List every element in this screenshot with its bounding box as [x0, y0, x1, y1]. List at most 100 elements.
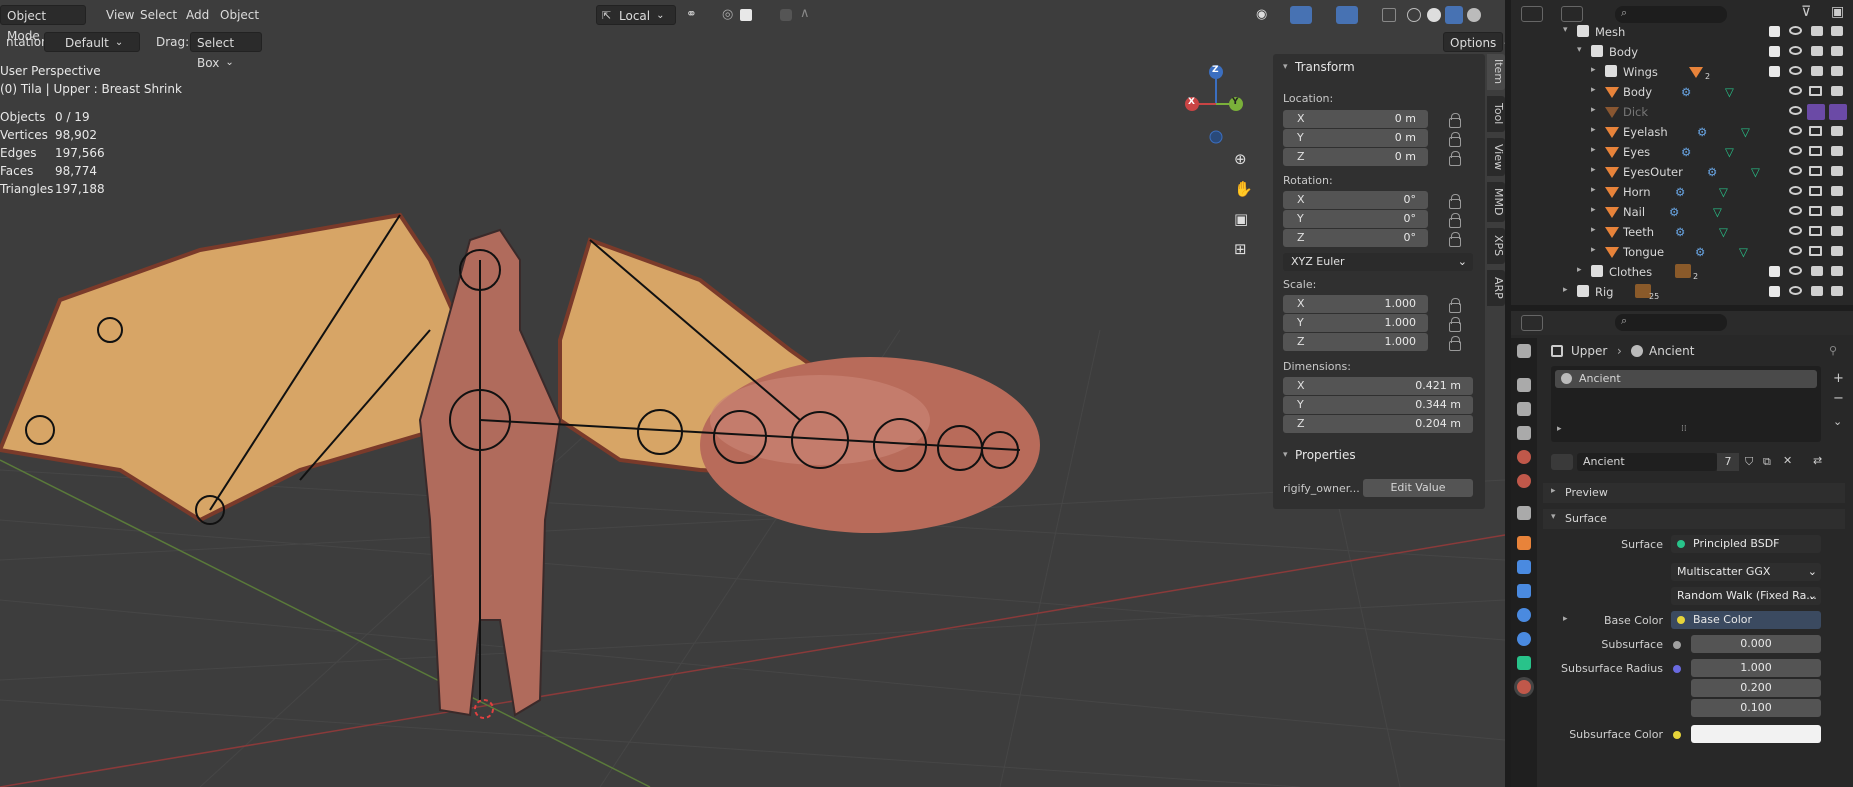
unlink-icon[interactable]: ✕ [1783, 454, 1792, 467]
pan-hand-icon[interactable]: ✋ [1234, 180, 1253, 198]
scene-tab-icon[interactable] [1517, 450, 1531, 464]
falloff-icon[interactable]: ∧ [800, 6, 810, 21]
expand-icon[interactable]: ▸ [1591, 125, 1596, 135]
subsurface-field[interactable]: 0.000 [1691, 635, 1821, 653]
lock-icon[interactable] [1449, 113, 1461, 128]
outliner-row-eyesouter[interactable]: ▸ EyesOuter ⚙ ▽ [1511, 162, 1853, 182]
monitor-icon[interactable] [1809, 246, 1822, 256]
render-tab-icon[interactable] [1517, 378, 1531, 392]
subsurface-radius-x[interactable]: 1.000 [1691, 659, 1821, 677]
outliner-row-eyelash[interactable]: ▸ Eyelash ⚙ ▽ [1511, 122, 1853, 142]
expand-icon[interactable]: ▸ [1591, 105, 1596, 115]
options-dropdown[interactable]: Options [1443, 32, 1503, 52]
properties-collapse-icon[interactable]: ▾ [1283, 450, 1288, 460]
eye-icon[interactable] [1789, 166, 1802, 175]
render-camera-icon[interactable] [1831, 166, 1843, 176]
lock-icon[interactable] [1449, 317, 1461, 332]
proportional-toggle-icon[interactable] [780, 9, 792, 21]
dimensions-x-field[interactable]: X 0.421 m [1283, 377, 1473, 395]
expand-icon[interactable]: ▸ [1591, 65, 1596, 75]
modifier-wrench-icon[interactable] [1517, 560, 1531, 574]
camera-view-icon[interactable]: ▣ [1234, 210, 1248, 228]
tab-arp[interactable]: ARP [1487, 270, 1505, 306]
render-camera-icon[interactable] [1831, 66, 1843, 76]
expand-icon[interactable]: ▸ [1563, 614, 1568, 624]
lock-icon[interactable] [1449, 232, 1461, 247]
monitor-icon[interactable] [1809, 146, 1822, 156]
properties-title[interactable]: Properties [1295, 448, 1356, 462]
eye-icon[interactable] [1789, 226, 1802, 235]
edit-value-button[interactable]: Edit Value [1363, 479, 1473, 497]
render-camera-icon[interactable] [1831, 206, 1843, 216]
tool-tab-icon[interactable] [1517, 344, 1531, 358]
data-tab-icon[interactable] [1517, 656, 1531, 670]
visibility-icon[interactable]: ◉ [1256, 7, 1267, 22]
lock-icon[interactable] [1449, 151, 1461, 166]
view-layer-tab-icon[interactable] [1517, 426, 1531, 440]
outliner-row-rig[interactable]: ▸ Rig 25 [1511, 282, 1853, 302]
distribution-dropdown[interactable]: Multiscatter GGX ⌄ [1671, 563, 1821, 581]
eye-icon[interactable] [1789, 286, 1802, 295]
rendered-shading-icon[interactable] [1467, 8, 1481, 22]
monitor-icon[interactable] [1809, 226, 1822, 236]
transform-collapse-icon[interactable]: ▾ [1283, 62, 1288, 72]
rotation-mode-dropdown[interactable]: XYZ Euler ⌄ [1283, 253, 1473, 271]
navigation-gizmo[interactable]: Z X Y [1180, 60, 1260, 150]
outliner-row-eyes[interactable]: ▸ Eyes ⚙ ▽ [1511, 142, 1853, 162]
outliner-row-mesh[interactable]: ▾ Mesh [1511, 22, 1853, 42]
eye-icon[interactable] [1789, 86, 1802, 95]
chevron-down-icon[interactable]: ⌄ [1833, 415, 1842, 428]
render-camera-icon[interactable] [1831, 286, 1843, 296]
lock-icon[interactable] [1449, 194, 1461, 209]
location-y-field[interactable]: Y 0 m [1283, 129, 1428, 147]
preview-panel-header[interactable]: ▸ Preview [1543, 483, 1845, 503]
eye-icon[interactable] [1789, 106, 1802, 115]
outliner-row-dick[interactable]: ▸ Dick [1511, 102, 1853, 122]
collapse-icon[interactable]: ▾ [1563, 25, 1568, 35]
editor-type-icon[interactable] [1521, 6, 1543, 22]
add-slot-icon[interactable]: + [1833, 371, 1844, 386]
eye-icon[interactable] [1789, 126, 1802, 135]
editor-type-icon[interactable] [1521, 315, 1543, 331]
orientation-dropdown[interactable]: Default [44, 32, 140, 52]
expand-icon[interactable]: ▸ [1591, 145, 1596, 155]
user-count[interactable]: 7 [1717, 453, 1739, 471]
float-socket-icon[interactable] [1673, 641, 1681, 649]
material-tab-icon[interactable] [1517, 680, 1531, 694]
eye-icon[interactable] [1789, 266, 1802, 275]
collapse-icon[interactable]: ▾ [1577, 45, 1582, 55]
eye-icon[interactable] [1789, 246, 1802, 255]
fake-user-icon[interactable]: ⛉ [1745, 455, 1753, 469]
render-camera-icon[interactable] [1811, 266, 1823, 276]
pin-icon[interactable]: ⚲ [1829, 344, 1837, 357]
display-mode-icon[interactable] [1561, 6, 1583, 22]
outliner-row-body-collection[interactable]: ▾ Body [1511, 42, 1853, 62]
exclude-checkbox[interactable] [1769, 286, 1780, 297]
expand-icon[interactable]: ▸ [1563, 285, 1568, 295]
snap-icon[interactable]: ⚭ [686, 7, 697, 22]
eye-icon[interactable] [1789, 146, 1802, 155]
surface-shader-field[interactable]: Principled BSDF [1671, 535, 1821, 553]
color-socket-icon[interactable] [1673, 731, 1681, 739]
render-camera-icon[interactable] [1831, 186, 1843, 196]
monitor-icon[interactable] [1809, 206, 1822, 216]
outliner-row-body[interactable]: ▸ Body ⚙ ▽ [1511, 82, 1853, 102]
render-camera-icon[interactable] [1811, 46, 1823, 56]
tab-mmd[interactable]: MMD [1487, 182, 1505, 222]
eye-icon[interactable] [1789, 26, 1802, 35]
dimensions-z-field[interactable]: Z 0.204 m [1283, 415, 1473, 433]
constraints-tab-icon[interactable] [1517, 632, 1531, 646]
search-input[interactable]: ⌕ [1615, 6, 1727, 23]
menu-object[interactable]: Object [214, 5, 265, 25]
subsurface-color-swatch[interactable] [1691, 725, 1821, 743]
vector-socket-icon[interactable] [1673, 665, 1681, 673]
resize-grip-icon[interactable]: ⁞⁞ [1681, 424, 1687, 434]
subsurface-radius-y[interactable]: 0.200 [1691, 679, 1821, 697]
rotation-x-field[interactable]: X 0° [1283, 191, 1428, 209]
lock-icon[interactable] [1449, 336, 1461, 351]
eye-icon[interactable] [1789, 206, 1802, 215]
render-camera-icon[interactable] [1831, 266, 1843, 276]
collection-tab-icon[interactable] [1517, 506, 1531, 520]
zoom-icon[interactable]: ⊕ [1234, 150, 1247, 168]
menu-select[interactable]: Select [134, 5, 183, 25]
